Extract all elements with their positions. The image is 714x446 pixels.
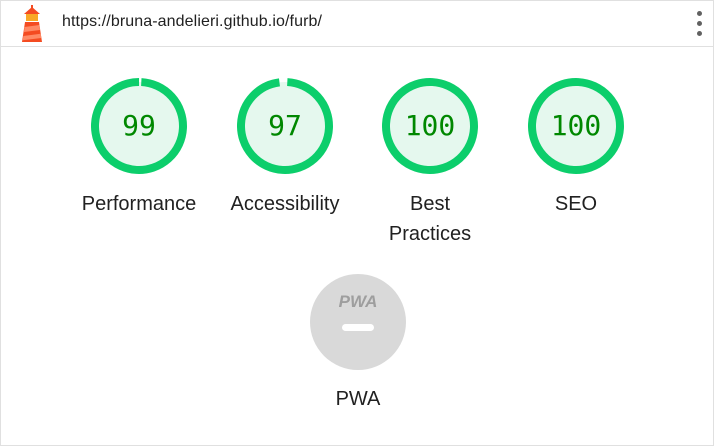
lighthouse-icon <box>22 5 42 42</box>
report-header: https://bruna-andelieri.github.io/furb/ <box>1 1 713 47</box>
gauge-label-best-practices: Best Practices <box>388 193 472 245</box>
gauge-score: 97 <box>268 109 302 142</box>
gauge-label-pwa: PWA <box>335 388 381 410</box>
gauge-label-seo: SEO <box>554 193 598 215</box>
gauge-pwa[interactable]: PWA <box>309 273 407 371</box>
report-window: https://bruna-andelieri.github.io/furb/ … <box>0 0 714 446</box>
gauge-best-practices[interactable]: 100 <box>381 77 479 175</box>
gauge-performance[interactable]: 99 <box>90 77 188 175</box>
gauge-score: 99 <box>122 109 156 142</box>
kebab-menu-icon[interactable] <box>690 11 710 37</box>
gauge-seo[interactable]: 100 <box>527 77 625 175</box>
gauge-label-accessibility: Accessibility <box>230 193 340 215</box>
gauge-score: 100 <box>550 109 602 142</box>
gauge-accessibility[interactable]: 97 <box>236 77 334 175</box>
pwa-badge-icon: PWA <box>310 274 406 370</box>
pwa-badge-text: PWA <box>339 292 378 311</box>
gauge-label-performance: Performance <box>81 193 197 215</box>
page-url: https://bruna-andelieri.github.io/furb/ <box>62 13 323 30</box>
gauge-score: 100 <box>404 109 456 142</box>
